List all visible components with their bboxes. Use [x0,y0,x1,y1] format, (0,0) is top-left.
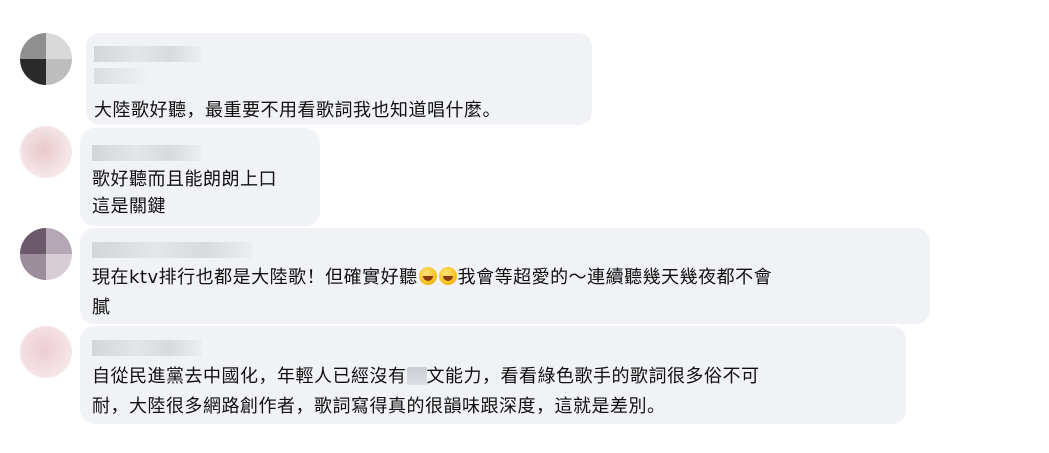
comment-thread: 大陸歌好聽，最重要不用看歌詞我也知道唱什麼。 歌好聽而且能朗朗上口 這是關鍵 現… [0,0,1049,453]
comment-text-line: 歌好聽而且能朗朗上口 [92,169,277,190]
laughing-emoji-icon [438,267,457,285]
comment-text-line: 耐，大陸很多網路創作者，歌詞寫得真的很韻味跟深度，這就是差別。 [92,396,666,417]
author-name-redacted [94,68,148,84]
redacted-character [406,367,427,385]
comment-text-line: 這是關鍵 [92,196,166,217]
comment-text-segment: 文能力，看看綠色歌手的歌詞很多俗不可 [426,366,760,387]
comment-text-line: 膩 [92,297,111,318]
author-name-redacted[interactable] [94,46,202,62]
comment-text: 大陸歌好聽，最重要不用看歌詞我也知道唱什麼。 [94,100,501,121]
author-name-redacted[interactable] [92,340,202,356]
comment-text-line: 自從民進黨去中國化，年輕人已經沒有 文能力，看看綠色歌手的歌詞很多俗不可 [92,365,760,389]
comment-text-line: 現在ktv排行也都是大陸歌！但確實好聽 我會等超愛的～連續聽幾天幾夜都不會 [92,266,772,290]
comment-text-segment: 現在ktv排行也都是大陸歌！但確實好聽 [92,267,418,288]
author-name-redacted[interactable] [92,242,252,258]
comment-text-segment: 自從民進黨去中國化，年輕人已經沒有 [92,366,407,387]
avatar[interactable] [20,126,72,178]
laughing-emoji-icon [418,267,437,285]
comment-text-segment: 我會等超愛的～連續聽幾天幾夜都不會 [457,267,773,288]
author-name-redacted[interactable] [92,145,202,161]
avatar[interactable] [20,326,72,378]
avatar[interactable] [20,228,72,280]
avatar[interactable] [20,33,72,85]
